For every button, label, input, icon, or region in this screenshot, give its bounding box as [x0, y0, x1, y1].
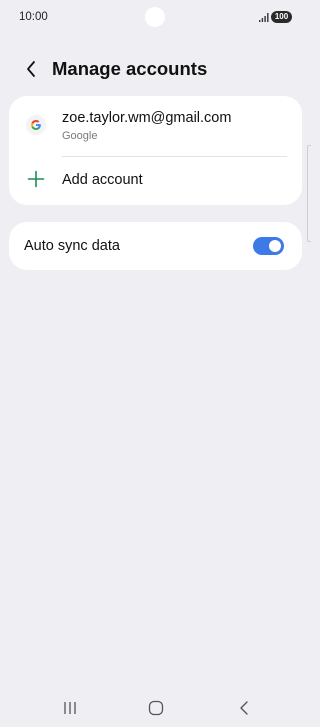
back-button[interactable]	[18, 56, 44, 82]
plus-icon	[27, 170, 45, 188]
back-icon	[240, 701, 248, 715]
scroll-indicator	[307, 145, 311, 242]
auto-sync-row[interactable]: Auto sync data	[9, 222, 302, 270]
add-account-label: Add account	[62, 172, 143, 188]
navigation-bar	[0, 690, 311, 727]
front-camera	[145, 7, 165, 27]
page-title: Manage accounts	[52, 58, 208, 79]
nav-back-button[interactable]	[232, 698, 256, 718]
recent-apps-icon	[64, 702, 76, 714]
chevron-left-icon	[27, 61, 35, 77]
signal-icon	[259, 13, 269, 22]
status-time: 10:00	[19, 11, 48, 23]
status-bar: 10:00 100	[0, 0, 311, 34]
home-button[interactable]	[144, 698, 168, 718]
app-header: Manage accounts	[0, 52, 311, 86]
google-icon	[26, 115, 46, 135]
recent-apps-button[interactable]	[58, 698, 82, 718]
battery-icon: 100	[271, 11, 292, 23]
account-email: zoe.taylor.wm@gmail.com	[62, 110, 232, 126]
accounts-card: zoe.taylor.wm@gmail.com Google Add accou…	[9, 96, 302, 205]
account-provider: Google	[62, 130, 98, 142]
add-account-button[interactable]: Add account	[9, 157, 302, 205]
account-item-google[interactable]: zoe.taylor.wm@gmail.com Google	[9, 96, 302, 156]
auto-sync-toggle[interactable]	[253, 237, 284, 255]
auto-sync-label: Auto sync data	[24, 238, 120, 254]
toggle-knob	[269, 240, 281, 252]
home-icon	[148, 700, 164, 716]
